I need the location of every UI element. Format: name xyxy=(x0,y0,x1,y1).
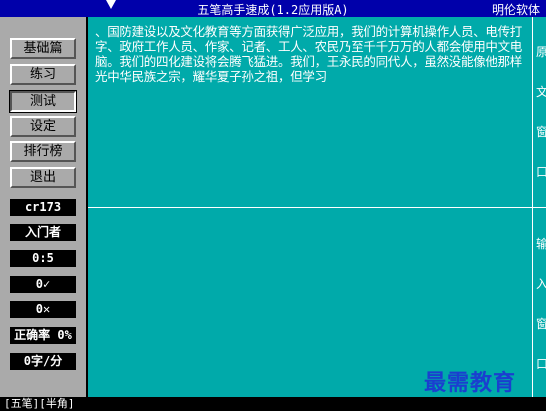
input-window-label-char: 窗 xyxy=(536,317,546,331)
menu-ranking-button[interactable]: 排行榜 xyxy=(10,141,76,162)
mouse-cursor-icon xyxy=(106,0,116,9)
status-bar: [五笔][半角] xyxy=(0,397,546,411)
elapsed-time: 0:5 xyxy=(10,250,76,267)
menu-settings-button[interactable]: 设定 xyxy=(10,116,76,137)
menu-basics-button[interactable]: 基础篇 xyxy=(10,38,76,59)
correct-count: 0✓ xyxy=(10,276,76,293)
menu-exit-button[interactable]: 退出 xyxy=(10,167,76,188)
typing-speed: 0字/分 xyxy=(10,353,76,370)
input-window-label-char: 入 xyxy=(536,277,546,291)
input-window-label-char: 口 xyxy=(536,357,546,371)
original-text: 、国防建设以及文化教育等方面获得广泛应用，我们的计算机操作人员、电传打字、政府工… xyxy=(95,24,523,84)
watermark-logo: 最需教育 xyxy=(424,370,517,396)
orig-window-label-char: 文 xyxy=(536,85,546,99)
user-name: cr173 xyxy=(10,199,76,216)
user-level: 入门者 xyxy=(10,224,76,241)
orig-window-label-char: 窗 xyxy=(536,125,546,139)
title-bar: 五笔高手速成(1.2应用版A) 明伦软体 xyxy=(0,0,546,17)
company-name: 明伦软体 xyxy=(491,3,540,17)
left-panel: 基础篇 练习 测试 设定 排行榜 退出 cr173 入门者 0:5 0✓ 0✕ … xyxy=(0,17,88,397)
window-title: 五笔高手速成(1.2应用版A) xyxy=(197,3,349,17)
menu-practice-button[interactable]: 练习 xyxy=(10,64,76,85)
wrong-count: 0✕ xyxy=(10,301,76,318)
input-window-label-char: 输 xyxy=(536,237,546,251)
menu-test-button[interactable]: 测试 xyxy=(9,90,77,113)
typing-area: 、国防建设以及文化教育等方面获得广泛应用，我们的计算机操作人员、电传打字、政府工… xyxy=(88,17,546,397)
orig-window-label-char: 原 xyxy=(536,45,546,59)
orig-window-label-char: 口 xyxy=(536,165,546,179)
accuracy-rate: 正确率 0% xyxy=(10,327,76,344)
